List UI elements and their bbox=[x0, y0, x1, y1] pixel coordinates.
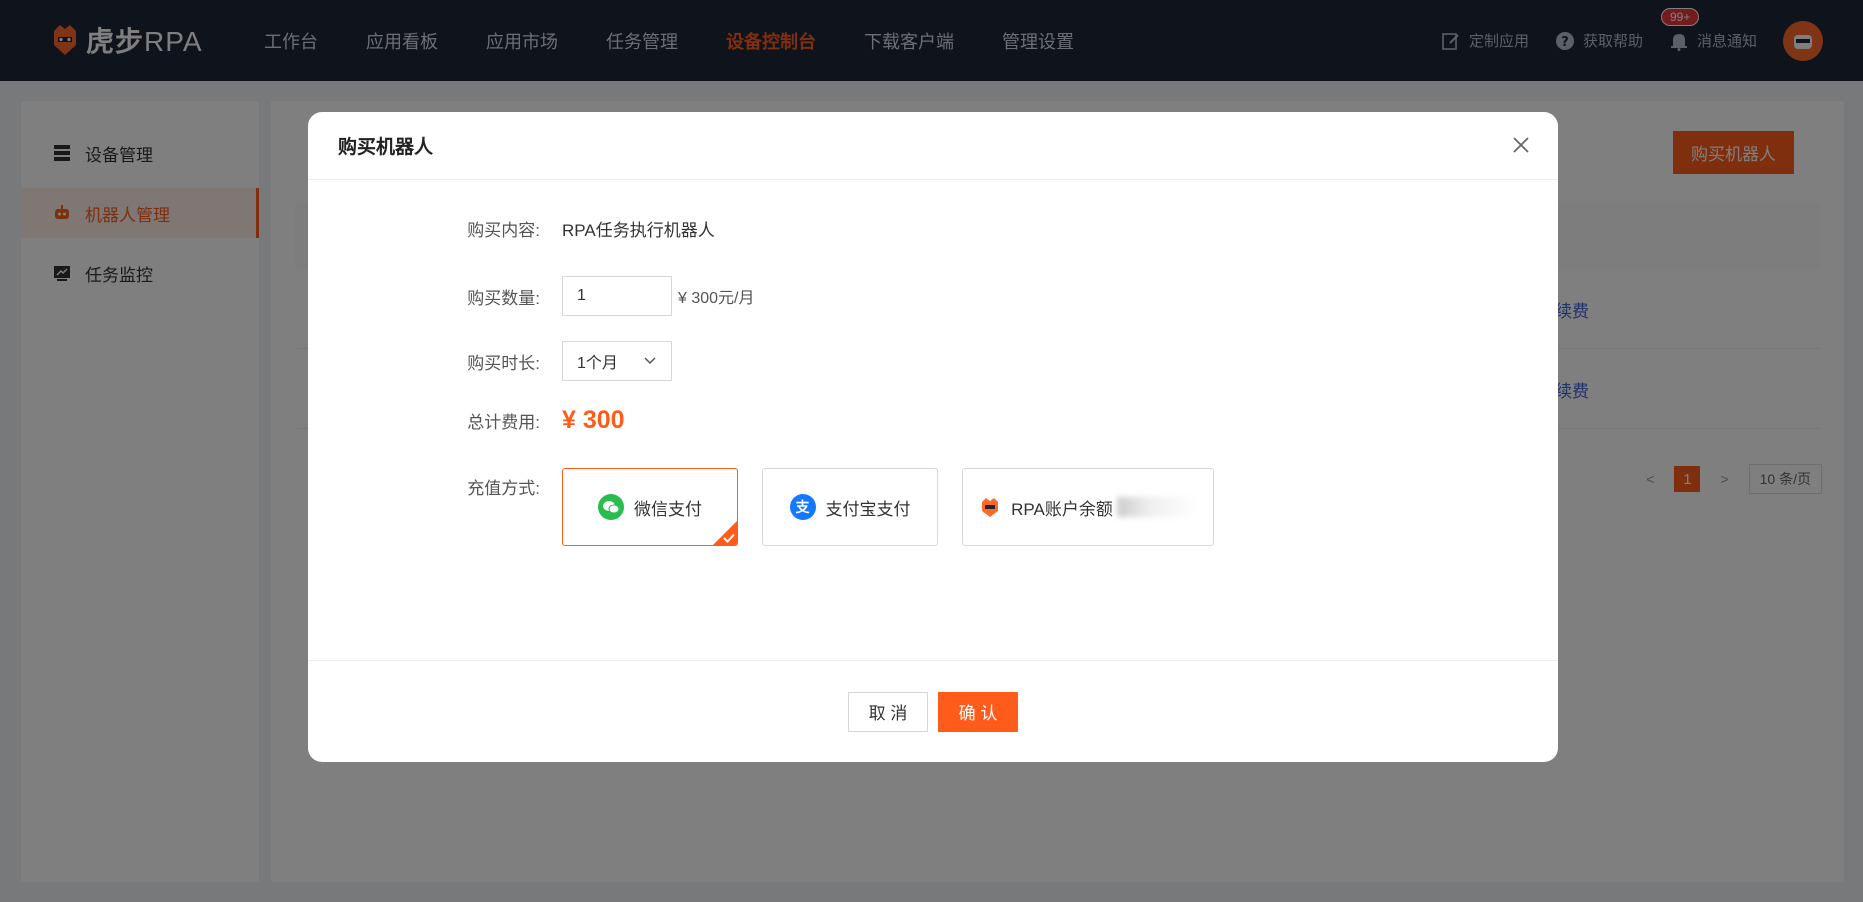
quantity-label: 购买数量: bbox=[467, 288, 540, 308]
row-duration: 购买时长: 1个月 bbox=[308, 341, 1558, 381]
dialog-header: 购买机器人 bbox=[308, 112, 1558, 180]
dialog-footer: 取 消 确 认 bbox=[308, 660, 1558, 762]
quantity-input[interactable] bbox=[562, 276, 672, 316]
buy-robot-dialog: 购买机器人 购买内容: RPA任务执行机器人 购买数量: ¥ 300元/月 购买… bbox=[308, 112, 1558, 762]
payment-label: 充值方式: bbox=[467, 479, 540, 498]
pay-option-account-balance[interactable]: RPA账户余额 bbox=[962, 468, 1214, 546]
pay-option-wechat[interactable]: 微信支付 bbox=[562, 468, 738, 546]
pay-option-label: RPA账户余额 bbox=[1011, 499, 1113, 519]
confirm-button[interactable]: 确 认 bbox=[938, 691, 1018, 732]
check-icon bbox=[723, 533, 735, 543]
pay-option-label: 支付宝支付 bbox=[825, 499, 911, 519]
content-value: RPA任务执行机器人 bbox=[562, 221, 715, 240]
unit-price: ¥ 300元/月 bbox=[678, 290, 755, 307]
duration-select[interactable]: 1个月 bbox=[562, 341, 672, 381]
redacted-balance bbox=[1116, 497, 1197, 517]
row-quantity: 购买数量: ¥ 300元/月 bbox=[308, 276, 1558, 316]
close-icon[interactable] bbox=[1510, 134, 1532, 156]
pay-option-alipay[interactable]: 支 支付宝支付 bbox=[762, 468, 938, 546]
wechat-pay-icon bbox=[598, 494, 624, 520]
row-content: 购买内容: RPA任务执行机器人 bbox=[308, 216, 1558, 241]
alipay-icon: 支 bbox=[789, 494, 816, 520]
total-value: ¥ 300 bbox=[562, 406, 625, 434]
duration-group: 1个月 bbox=[562, 341, 672, 381]
payment-options: 微信支付 支 支付宝支付 RPA账户余额 bbox=[562, 468, 1238, 546]
row-total: 总计费用: ¥ 300 bbox=[308, 406, 1558, 435]
pay-option-label: 微信支付 bbox=[634, 499, 702, 519]
content-label: 购买内容: bbox=[467, 221, 540, 240]
row-payment: 充值方式: 微信支付 支 支付宝支付 RPA账户余额 bbox=[308, 468, 1558, 546]
cancel-button[interactable]: 取 消 bbox=[848, 691, 928, 732]
quantity-group: ¥ 300元/月 bbox=[562, 276, 755, 316]
dialog-title: 购买机器人 bbox=[338, 137, 434, 158]
duration-label: 购买时长: bbox=[467, 353, 540, 373]
chevron-down-icon bbox=[644, 357, 656, 365]
total-label: 总计费用: bbox=[467, 413, 540, 432]
tiger-logo-icon bbox=[982, 498, 999, 517]
duration-value: 1个月 bbox=[577, 355, 618, 372]
